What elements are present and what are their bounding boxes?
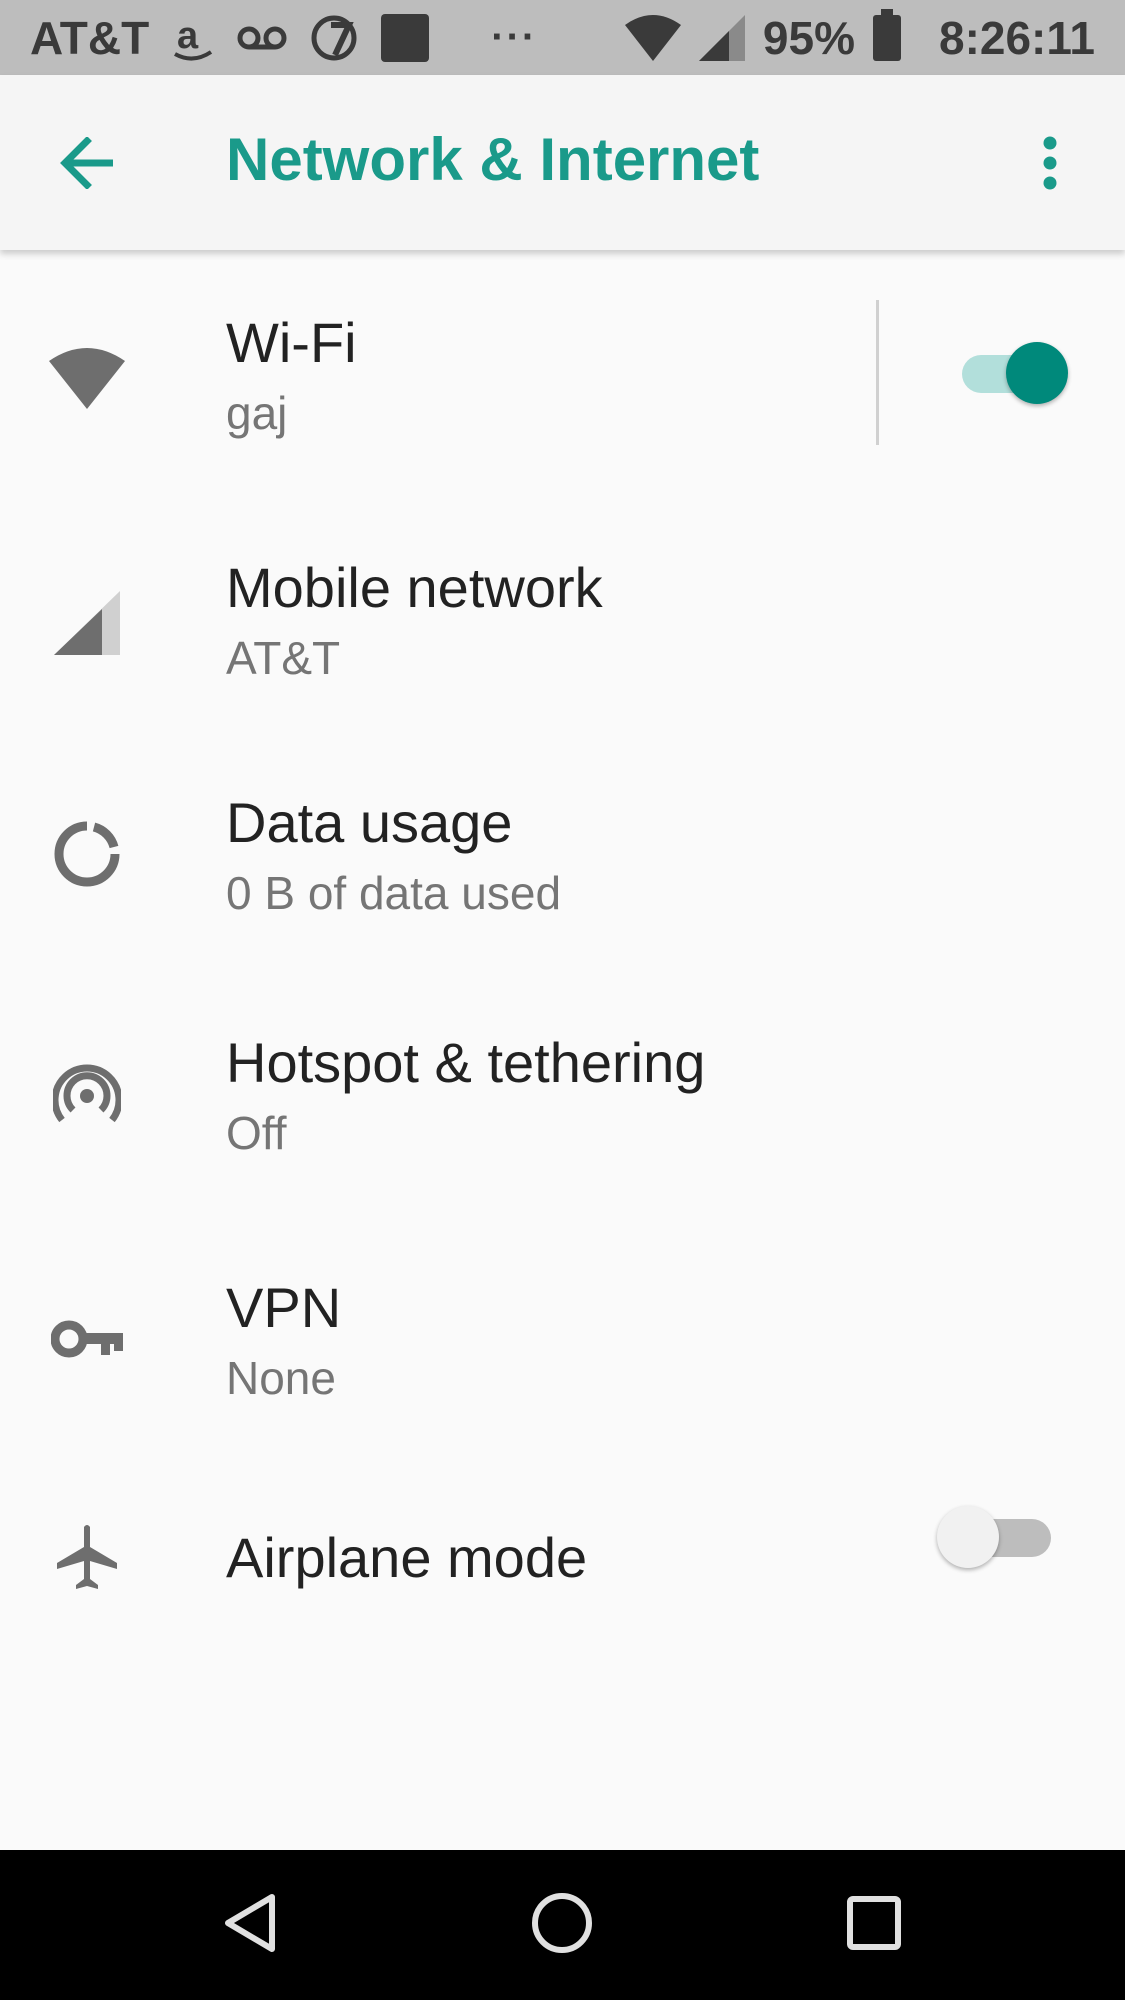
setting-title: Airplane mode	[226, 1526, 588, 1589]
overflow-dots: ···	[491, 15, 538, 59]
nav-recents-button[interactable]	[834, 1885, 914, 1965]
carrier-label: AT&T	[30, 11, 150, 64]
amazon-icon: a	[171, 14, 215, 62]
back-button[interactable]	[52, 130, 122, 200]
battery-percent: 95%	[762, 11, 855, 64]
home-circle-icon	[530, 1891, 594, 1960]
more-vert-icon	[1040, 135, 1060, 196]
setting-subtitle: AT&T	[226, 632, 341, 684]
more-options-button[interactable]	[1015, 130, 1085, 200]
signal-status-icon	[698, 14, 745, 61]
abc7-icon	[309, 13, 359, 63]
setting-title: VPN	[226, 1276, 342, 1339]
setting-row-mobile-network[interactable]: Mobile network AT&T	[0, 535, 1125, 710]
signal-icon	[45, 581, 129, 665]
vpn-key-icon	[45, 1297, 129, 1381]
voicemail-icon	[237, 23, 287, 53]
setting-title: Hotspot & tethering	[226, 1031, 706, 1094]
setting-subtitle: gaj	[226, 387, 288, 439]
setting-row-hotspot[interactable]: Hotspot & tethering Off	[0, 1010, 1125, 1185]
setting-title: Mobile network	[226, 556, 603, 619]
back-triangle-icon	[220, 1891, 280, 1960]
clock: 8:26:11	[938, 11, 1095, 64]
nav-home-button[interactable]	[522, 1885, 602, 1965]
recents-square-icon	[846, 1895, 902, 1956]
navigation-bar	[0, 1850, 1125, 2000]
toggle-thumb	[1006, 342, 1068, 404]
battery-icon	[872, 8, 901, 61]
setting-row-wifi[interactable]: Wi-Fi gaj	[0, 290, 1125, 465]
status-bar-right: 95% 8:26:11	[624, 8, 1095, 65]
screen: AT&T a ··· 95% 8:26:11 Network & Interne…	[0, 0, 1125, 2000]
arrow-back-icon	[59, 135, 115, 194]
page-title: Network & Internet	[226, 126, 760, 193]
setting-subtitle: 0 B of data used	[226, 867, 562, 919]
app-square-icon	[381, 13, 430, 62]
setting-subtitle: Off	[226, 1107, 287, 1159]
wifi-status-icon	[624, 14, 681, 61]
setting-row-vpn[interactable]: VPN None	[0, 1255, 1125, 1430]
setting-title: Data usage	[226, 791, 513, 854]
nav-back-button[interactable]	[210, 1885, 290, 1965]
setting-title: Wi-Fi	[226, 311, 357, 374]
wifi-icon	[45, 336, 129, 420]
status-bar: AT&T a ··· 95% 8:26:11	[0, 0, 1125, 75]
setting-row-data-usage[interactable]: Data usage 0 B of data used	[0, 770, 1125, 945]
airplane-mode-toggle[interactable]	[937, 1502, 1051, 1572]
hotspot-icon	[45, 1052, 129, 1136]
wifi-divider	[876, 300, 879, 445]
status-bar-left: AT&T a ···	[30, 11, 577, 65]
app-bar: Network & Internet	[0, 75, 1125, 250]
wifi-toggle[interactable]	[962, 338, 1072, 408]
data-usage-icon	[45, 812, 129, 896]
svg-text:a: a	[177, 15, 199, 57]
toggle-thumb	[937, 1506, 999, 1568]
setting-subtitle: None	[226, 1352, 336, 1404]
airplane-icon	[45, 1515, 129, 1599]
